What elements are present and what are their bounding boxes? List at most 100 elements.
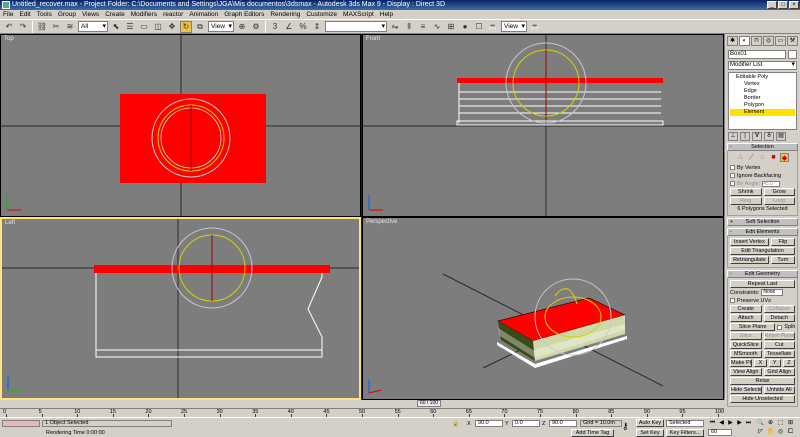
- menu-help[interactable]: Help: [380, 10, 393, 19]
- viewport-top[interactable]: Top: [0, 34, 361, 217]
- split-checkbox[interactable]: Split: [777, 324, 795, 331]
- menu-modifiers[interactable]: Modifiers: [131, 10, 157, 19]
- pin-stack-icon[interactable]: ⊥: [728, 132, 738, 141]
- add-time-tag-button[interactable]: Add Time Tag: [571, 429, 614, 437]
- grid-align-button[interactable]: Grid Align: [763, 368, 795, 376]
- angle-snap-icon[interactable]: ∠: [283, 21, 295, 33]
- planar-z-button[interactable]: Z: [782, 359, 796, 367]
- planar-x-button[interactable]: X: [754, 359, 767, 367]
- grow-button[interactable]: Grow: [763, 188, 795, 196]
- select-by-name-icon[interactable]: ☰: [124, 21, 136, 33]
- maxscript-listener-field[interactable]: [2, 420, 40, 427]
- create-button[interactable]: Create: [730, 305, 762, 313]
- by-angle-checkbox[interactable]: By Angle: 45.0: [730, 180, 795, 187]
- curve-editor-icon[interactable]: ∿: [431, 21, 443, 33]
- stack-item-border[interactable]: Border: [730, 95, 795, 102]
- viewport-left[interactable]: Left: [0, 217, 361, 400]
- repeat-last-button[interactable]: Repeat Last: [730, 280, 795, 288]
- current-frame-field[interactable]: 60: [708, 429, 732, 436]
- maximize-button[interactable]: □: [778, 1, 788, 9]
- slice-button[interactable]: Slice: [730, 332, 762, 340]
- menu-group[interactable]: Group: [58, 10, 76, 19]
- stack-item-edge[interactable]: Edge: [730, 88, 795, 95]
- constraints-dropdown[interactable]: None: [761, 289, 784, 296]
- auto-key-button[interactable]: Auto Key: [636, 419, 664, 427]
- configure-sets-icon[interactable]: ▤: [776, 132, 786, 141]
- menu-file[interactable]: File: [3, 10, 13, 19]
- time-slider-thumb[interactable]: 60 / 100: [417, 400, 441, 407]
- cut-button[interactable]: Cut: [763, 341, 795, 349]
- maximize-viewport-icon[interactable]: ⧠: [786, 428, 795, 436]
- menu-rendering[interactable]: Rendering: [270, 10, 300, 19]
- ignore-backfacing-checkbox[interactable]: Ignore Backfacing: [730, 172, 795, 179]
- select-scale-icon[interactable]: ⧉: [194, 21, 206, 33]
- viewport-front[interactable]: Front: [362, 34, 724, 217]
- angle-spinner[interactable]: 45.0: [762, 180, 781, 187]
- snaps-toggle-icon[interactable]: 3: [269, 21, 281, 33]
- key-filters-button[interactable]: Key Filters...: [666, 429, 704, 437]
- mirror-icon[interactable]: ⇋: [389, 21, 401, 33]
- render-last-icon[interactable]: ☕: [529, 21, 541, 33]
- reference-coordinate-dropdown[interactable]: View: [208, 21, 234, 32]
- zoom-all-icon[interactable]: ⊕: [766, 419, 775, 427]
- collapse-button[interactable]: Collapse: [763, 305, 795, 313]
- layer-manager-icon[interactable]: ≡: [417, 21, 429, 33]
- set-key-button[interactable]: Set Key: [636, 429, 664, 437]
- vertex-mode-icon[interactable]: ∴: [736, 153, 745, 162]
- arc-rotate-icon[interactable]: ◎: [776, 428, 785, 436]
- go-to-start-icon[interactable]: ⏮: [708, 419, 717, 427]
- quickslice-button[interactable]: QuickSlice: [730, 341, 762, 349]
- utilities-tab-icon[interactable]: ⚒: [787, 36, 798, 46]
- x-coord-field[interactable]: 90.0: [475, 420, 503, 427]
- pan-icon[interactable]: ✋: [766, 428, 775, 436]
- menu-views[interactable]: Views: [82, 10, 99, 19]
- retriangulate-button[interactable]: Retriangulate: [730, 256, 769, 264]
- create-tab-icon[interactable]: ✱: [727, 36, 738, 46]
- go-to-end-icon[interactable]: ⏭: [744, 419, 753, 427]
- render-scene-icon[interactable]: ☐: [473, 21, 485, 33]
- flip-button[interactable]: Flip: [770, 238, 795, 246]
- undo-icon[interactable]: ↶: [3, 21, 15, 33]
- stack-item-polygon[interactable]: Polygon: [730, 102, 795, 109]
- ring-button[interactable]: Ring: [730, 197, 762, 205]
- zoom-extents-icon[interactable]: ⬚: [776, 419, 785, 427]
- minimize-button[interactable]: _: [767, 1, 777, 9]
- select-manipulate-icon[interactable]: ⚙: [250, 21, 262, 33]
- select-link-icon[interactable]: ⛓: [36, 21, 48, 33]
- lock-selection-icon[interactable]: 🔒: [452, 421, 459, 427]
- selection-rollout-header[interactable]: - Selection: [727, 143, 798, 151]
- zoom-icon[interactable]: 🔍: [756, 419, 765, 427]
- edit-elements-rollout-header[interactable]: - Edit Elements: [727, 228, 798, 236]
- rectangular-selection-icon[interactable]: ▭: [138, 21, 150, 33]
- relax-button[interactable]: Relax: [730, 377, 795, 385]
- hierarchy-tab-icon[interactable]: ⊓: [751, 36, 762, 46]
- material-editor-icon[interactable]: ●: [459, 21, 471, 33]
- insert-vertex-button[interactable]: Insert Vertex: [730, 238, 769, 246]
- close-button[interactable]: ×: [789, 1, 799, 9]
- next-frame-icon[interactable]: ▶: [735, 419, 744, 427]
- select-move-icon[interactable]: ✥: [166, 21, 178, 33]
- pivot-center-icon[interactable]: ⊕: [236, 21, 248, 33]
- menu-animation[interactable]: Animation: [189, 10, 218, 19]
- schematic-view-icon[interactable]: ⊞: [445, 21, 457, 33]
- modifier-list-dropdown[interactable]: Modifier List: [728, 61, 797, 70]
- hide-selected-button[interactable]: Hide Selected: [730, 386, 762, 394]
- z-coord-field[interactable]: 90.0: [549, 420, 577, 427]
- display-tab-icon[interactable]: ▭: [775, 36, 786, 46]
- menu-reactor[interactable]: reactor: [163, 10, 183, 19]
- hide-unselected-button[interactable]: Hide Unselected: [730, 395, 795, 403]
- zoom-extents-all-icon[interactable]: ⊞: [786, 419, 795, 427]
- attach-button[interactable]: Attach: [730, 314, 762, 322]
- edge-mode-icon[interactable]: ⟋: [747, 153, 756, 162]
- set-key-icon[interactable]: ⚷: [622, 421, 629, 432]
- planar-y-button[interactable]: Y: [768, 359, 781, 367]
- redo-icon[interactable]: ↷: [17, 21, 29, 33]
- menu-graph-editors[interactable]: Graph Editors: [224, 10, 264, 19]
- menu-maxscript[interactable]: MAXScript: [343, 10, 374, 19]
- select-rotate-icon[interactable]: ↻: [180, 20, 192, 33]
- track-bar[interactable]: 0 5 10 15 20 25 30 35 40 45 50 55 60 65 70 75 80 85 90 95 10…: [0, 408, 724, 417]
- edit-geometry-rollout-header[interactable]: - Edit Geometry: [727, 270, 798, 278]
- msmooth-button[interactable]: MSmooth: [730, 350, 762, 358]
- menu-edit[interactable]: Edit: [19, 10, 30, 19]
- make-unique-icon[interactable]: ∀: [752, 132, 762, 141]
